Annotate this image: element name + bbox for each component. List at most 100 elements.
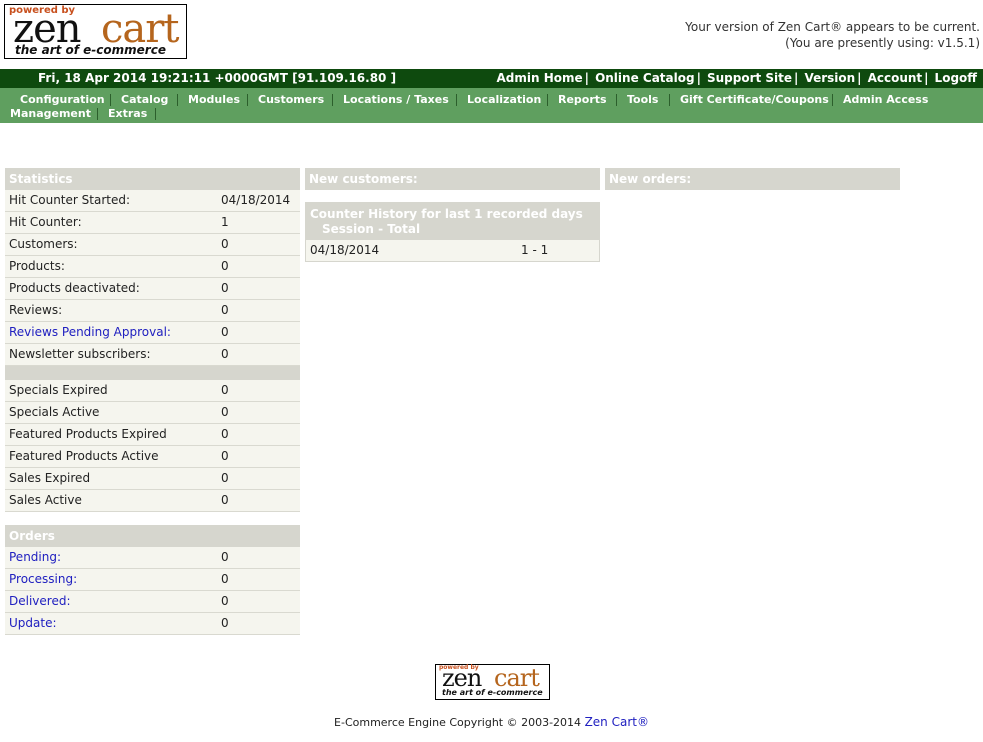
link-separator: | [924,71,929,85]
link-online-catalog[interactable]: Online Catalog [595,71,695,85]
stat-value: 04/18/2014 [221,193,291,207]
stat-row: Hit Counter: 1 [5,212,300,234]
counter-history-subtitle: Session - Total [322,222,421,236]
menu-separator [669,94,670,106]
menu-separator [616,94,617,106]
stat-label: Specials Expired [9,383,108,397]
new-orders-panel: New orders: [605,168,900,190]
counter-history-value: 1 - 1 [521,243,549,257]
counter-history-row: 04/18/2014 1 - 1 [306,240,599,261]
stat-row: Products deactivated: 0 [5,278,300,300]
orders-title: Orders [5,525,300,547]
menu-separator [547,94,548,106]
stat-value: 0 [221,427,229,441]
version-status: Your version of Zen Cart® appears to be … [685,20,980,34]
order-count: 0 [221,616,229,630]
menu-gift-certificate-coupons[interactable]: Gift Certificate/Coupons [680,93,829,107]
stat-row: Featured Products Active 0 [5,446,300,468]
orders-panel: Orders Pending: 0 Processing: 0 Delivered:… [5,525,300,635]
stat-value: 0 [221,383,229,397]
orders-update-link[interactable]: Update: [9,616,57,630]
stat-label: Specials Active [9,405,100,419]
order-count: 0 [221,594,229,608]
order-row: Processing: 0 [5,569,300,591]
orders-delivered-link[interactable]: Delivered: [9,594,71,608]
stat-value: 0 [221,237,229,251]
server-datetime: Fri, 18 Apr 2014 19:21:11 +0000GMT [91.1… [38,71,397,85]
stat-row: Sales Active 0 [5,490,300,512]
order-row: Delivered: 0 [5,591,300,613]
stat-label: Newsletter subscribers: [9,347,151,361]
link-logoff[interactable]: Logoff [935,71,977,85]
header-links: Admin Home | Online Catalog | Support Site | V… [497,71,977,85]
menu-configuration[interactable]: Configuration [20,93,105,107]
menu-separator [155,108,156,120]
menu-tools[interactable]: Tools [627,93,658,107]
stat-value: 0 [221,493,229,507]
stat-row: Reviews: 0 [5,300,300,322]
stat-row: Sales Expired 0 [5,468,300,490]
new-customers-title: New customers: [305,168,600,190]
link-separator: | [584,71,590,85]
menu-reports[interactable]: Reports [558,93,607,107]
stat-value: 0 [221,347,229,361]
menu-admin-access-management-line2[interactable]: Management [10,107,91,121]
stat-label: Sales Active [9,493,82,507]
order-row: Pending: 0 [5,547,300,569]
link-admin-home[interactable]: Admin Home [497,71,583,85]
stat-row: Specials Expired 0 [5,380,300,402]
menu-separator [456,94,457,106]
stat-row: Reviews Pending Approval: 0 [5,322,300,344]
zen-cart-link[interactable]: Zen Cart® [585,715,649,729]
statistics-panel: Statistics Hit Counter Started: 04/18/201… [5,168,300,512]
menu-locations-taxes[interactable]: Locations / Taxes [343,93,449,107]
link-separator: | [696,71,701,85]
reviews-pending-link[interactable]: Reviews Pending Approval: [9,325,171,339]
menu-extras[interactable]: Extras [108,107,147,121]
orders-processing-link[interactable]: Processing: [9,572,77,586]
stat-label: Reviews: [9,303,63,317]
stat-value: 0 [221,325,229,339]
link-version[interactable]: Version [804,71,855,85]
stat-label: Sales Expired [9,471,91,485]
stat-row: Specials Active 0 [5,402,300,424]
stat-value: 0 [221,471,229,485]
stat-row: Hit Counter Started: 04/18/2014 [5,190,300,212]
menu-admin-access-management-line1[interactable]: Admin Access [843,93,928,107]
stat-label: Products: [9,259,65,273]
counter-history-header: Counter History for last 1 recorded days… [306,203,599,240]
link-separator: | [794,71,799,85]
link-separator: | [857,71,862,85]
menu-modules[interactable]: Modules [188,93,240,107]
footer-zen-cart-logo[interactable]: powered by zen cart the art of e-commerc… [435,664,550,700]
menu-separator [832,94,833,106]
menu-catalog[interactable]: Catalog [121,93,168,107]
counter-history-title: Counter History for last 1 recorded days [310,207,583,221]
stat-label: Featured Products Active [9,449,159,463]
version-current: (You are presently using: v1.5.1) [785,36,980,50]
new-orders-title: New orders: [605,168,900,190]
copyright-text: E-Commerce Engine Copyright © 2003-2014 [334,716,582,729]
zen-cart-logo[interactable]: powered by zen cart the art of e-commerc… [4,4,187,59]
link-support-site[interactable]: Support Site [707,71,792,85]
menu-customers[interactable]: Customers [258,93,324,107]
stat-value: 0 [221,449,229,463]
counter-history-panel: Counter History for last 1 recorded days… [305,202,600,262]
footer-logo-tagline: the art of e-commerce [442,688,543,697]
order-row: Update: 0 [5,613,300,635]
menu-localization[interactable]: Localization [467,93,541,107]
statistics-divider [5,366,300,380]
stat-value: 0 [221,281,229,295]
link-account[interactable]: Account [868,71,923,85]
menu-separator [97,108,98,120]
stat-value: 0 [221,405,229,419]
footer-logo-cart: cart [494,664,540,692]
stat-row: Newsletter subscribers: 0 [5,344,300,366]
copyright: E-Commerce Engine Copyright © 2003-2014 … [0,715,983,729]
stat-value: 0 [221,259,229,273]
statistics-title: Statistics [5,168,300,190]
admin-header-bar: Fri, 18 Apr 2014 19:21:11 +0000GMT [91.1… [0,69,983,88]
orders-pending-link[interactable]: Pending: [9,550,61,564]
version-message: Your version of Zen Cart® appears to be … [685,19,980,51]
stat-label: Featured Products Expired [9,427,167,441]
